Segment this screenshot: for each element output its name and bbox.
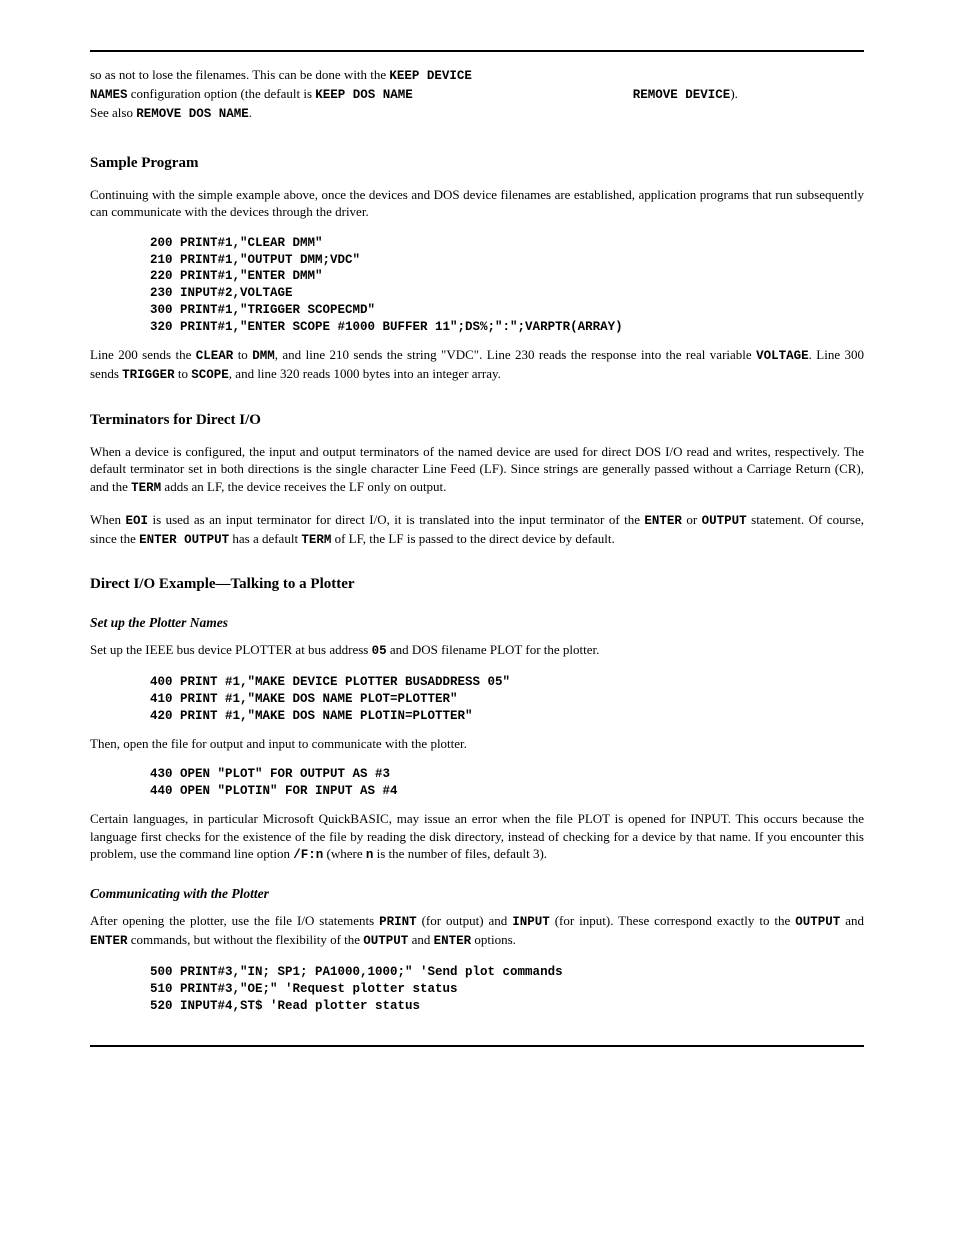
code-block-1: 200 PRINT#1,"CLEAR DMM" 210 PRINT#1,"OUT… [150, 235, 864, 336]
heading-terminators: Terminators for Direct I/O [90, 412, 864, 429]
header-line2-mid: configuration option (the default is [128, 86, 316, 101]
plotter-para2: Then, open the file for output and input… [90, 735, 864, 753]
header-line3-left: See also [90, 105, 136, 120]
header-line3-end: . [249, 105, 252, 120]
heading-plotter-example: Direct I/O Example—Talking to a Plotter [90, 576, 864, 593]
cmd-remove-dos-name: REMOVE DOS NAME [136, 107, 249, 121]
plotter-para1: Set up the IEEE bus device PLOTTER at bu… [90, 641, 864, 660]
sample-para2: Line 200 sends the CLEAR to DMM, and lin… [90, 346, 864, 384]
header-line2-end: ). [730, 86, 738, 101]
cmd-names: NAMES [90, 88, 128, 102]
cmd-keep-dos-name: KEEP DOS NAME [315, 88, 413, 102]
header-line1-left: so as not to lose the filenames. This ca… [90, 67, 389, 82]
plotcomm-para1: After opening the plotter, use the file … [90, 912, 864, 950]
cmd-keep-device: KEEP DEVICE [389, 69, 472, 83]
sample-para1: Continuing with the simple example above… [90, 186, 864, 221]
plotter-para3: Certain languages, in particular Microso… [90, 810, 864, 864]
subheading-plotter-names: Set up the Plotter Names [90, 615, 864, 631]
code-block-3: 430 OPEN "PLOT" FOR OUTPUT AS #3 440 OPE… [150, 766, 864, 800]
heading-sample-program: Sample Program [90, 155, 864, 172]
code-block-4: 500 PRINT#3,"IN; SP1; PA1000,1000;" 'Sen… [150, 964, 864, 1015]
terms-para1: When a device is configured, the input a… [90, 443, 864, 497]
code-block-2: 400 PRINT #1,"MAKE DEVICE PLOTTER BUSADD… [150, 674, 864, 725]
header-paragraph: so as not to lose the filenames. This ca… [90, 66, 864, 123]
cmd-remove-device: REMOVE DEVICE [633, 88, 731, 102]
terms-para2: When EOI is used as an input terminator … [90, 511, 864, 549]
subheading-communicating: Communicating with the Plotter [90, 886, 864, 902]
